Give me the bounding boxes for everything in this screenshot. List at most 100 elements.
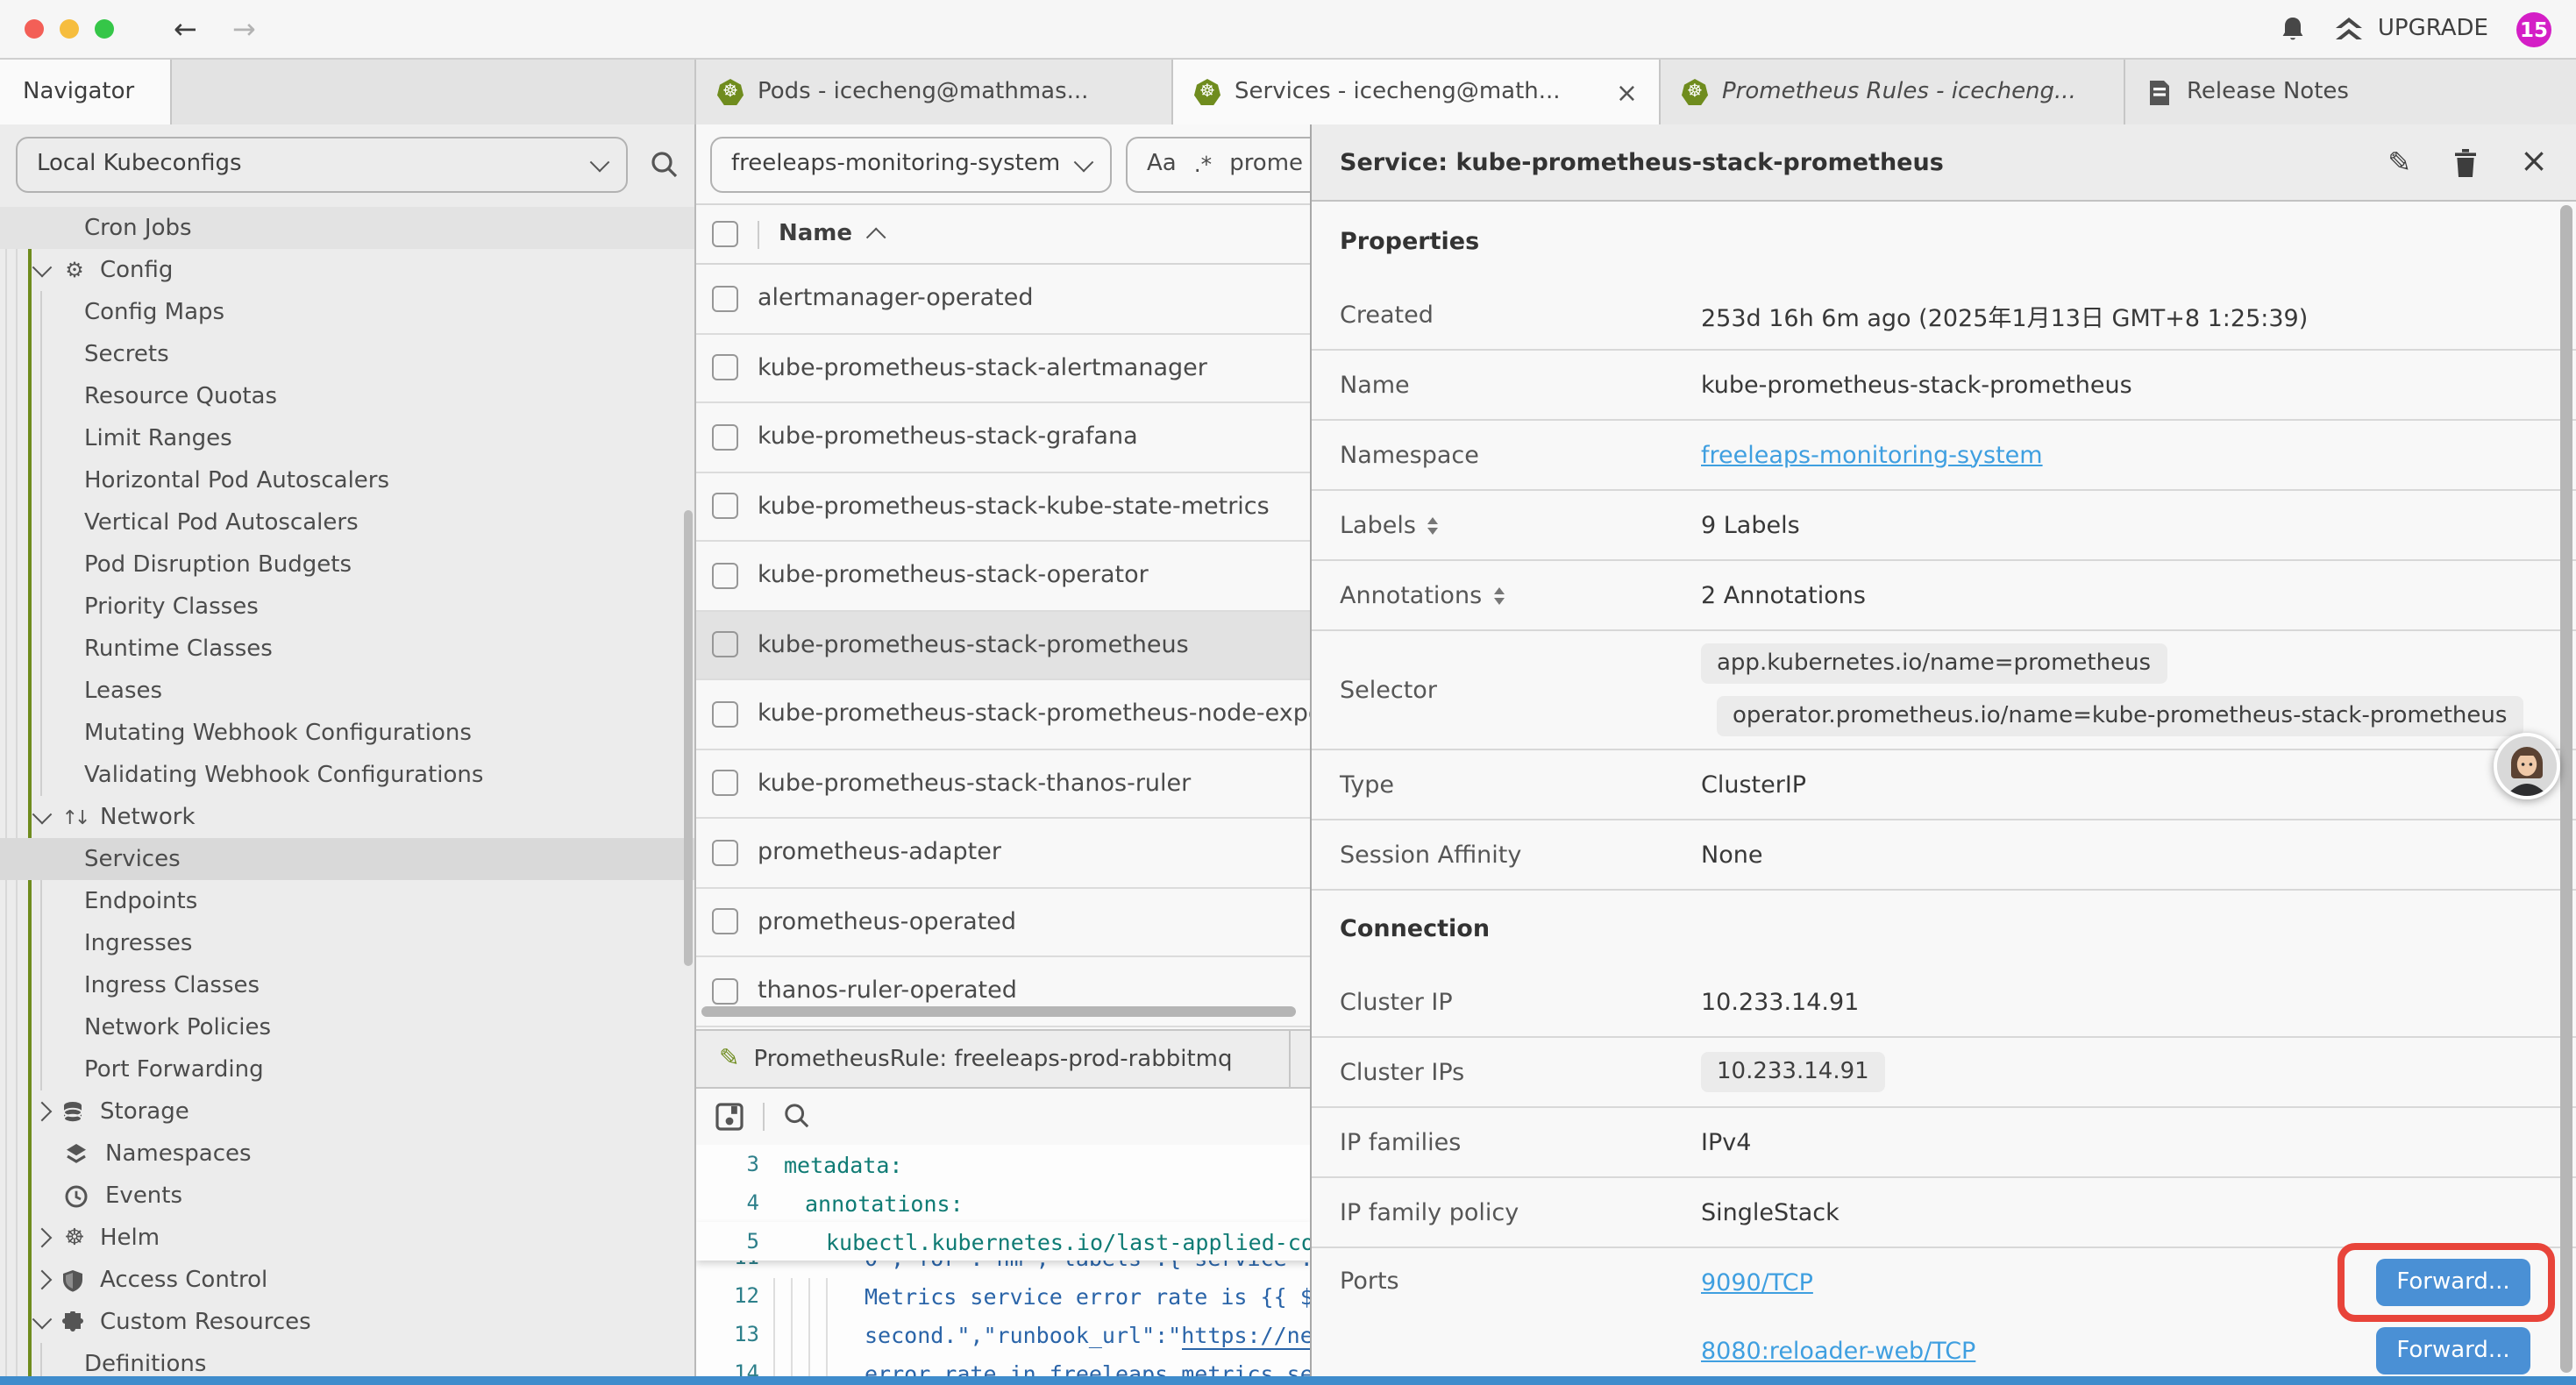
sidebar-item-services[interactable]: Services	[0, 838, 694, 880]
kubeconfig-select[interactable]: Local Kubeconfigs	[16, 136, 628, 192]
table-row[interactable]: kube-prometheus-stack-prometheus-node-ex…	[696, 680, 1310, 749]
row-checkbox[interactable]	[712, 494, 738, 520]
search-icon[interactable]	[651, 150, 679, 178]
table-row[interactable]: kube-prometheus-stack-grafana	[696, 403, 1310, 472]
editor-tab-prometheusrule[interactable]: ✎ PrometheusRule: freeleaps-prod-rabbitm…	[696, 1031, 1291, 1087]
user-avatar[interactable]	[2494, 733, 2560, 799]
forward-icon[interactable]: →	[232, 15, 256, 43]
zoom-window-button[interactable]	[95, 19, 114, 39]
tab-pods[interactable]: ☸ Pods - icecheng@mathmas...	[696, 60, 1173, 124]
close-window-button[interactable]	[25, 19, 44, 39]
code-url-link[interactable]: https://net	[1181, 1321, 1310, 1349]
sidebar-item-ingresses[interactable]: Ingresses	[0, 922, 694, 964]
table-row[interactable]: kube-prometheus-stack-alertmanager	[696, 334, 1310, 403]
upgrade-button[interactable]: UPGRADE	[2334, 15, 2488, 43]
close-tab-icon[interactable]: ×	[1602, 76, 1638, 108]
sidebar-scrollbar[interactable]	[684, 510, 693, 966]
table-row[interactable]: alertmanager-operated	[696, 265, 1310, 334]
port-link[interactable]: 9090/TCP	[1701, 1268, 1813, 1296]
sidebar-group-storage[interactable]: Storage	[0, 1090, 694, 1133]
row-checkbox[interactable]	[712, 840, 738, 866]
search-input[interactable]: Aa .* prome	[1126, 136, 1312, 192]
close-icon[interactable]: ×	[2520, 146, 2548, 179]
tab-prometheus-rules[interactable]: ☸ Prometheus Rules - icecheng...	[1661, 60, 2125, 124]
row-checkbox[interactable]	[712, 978, 738, 1005]
port-link[interactable]: 8080:reloader-web/TCP	[1701, 1337, 1975, 1365]
expand-collapse-icon[interactable]	[1428, 516, 1439, 534]
sidebar-item-vertical-pod-autoscalers[interactable]: Vertical Pod Autoscalers	[0, 501, 694, 543]
regex-toggle[interactable]: .*	[1194, 151, 1212, 177]
table-row[interactable]: kube-prometheus-stack-operator	[696, 542, 1310, 611]
horizontal-scrollbar[interactable]	[701, 1006, 1296, 1017]
forward-button[interactable]: Forward...	[2376, 1259, 2530, 1306]
table-row[interactable]: kube-prometheus-stack-thanos-ruler	[696, 749, 1310, 819]
sidebar-item-resource-quotas[interactable]: Resource Quotas	[0, 375, 694, 417]
tab-navigator[interactable]: Navigator	[0, 60, 172, 124]
port-line: 9090/TCP Forward...	[1701, 1248, 2576, 1317]
sidebar-item-port-forwarding[interactable]: Port Forwarding	[0, 1048, 694, 1090]
edit-pencil-icon[interactable]: ✎	[2387, 148, 2411, 176]
sidebar-group-config[interactable]: ⚙ Config	[0, 249, 694, 291]
expand-collapse-icon[interactable]	[1494, 586, 1505, 604]
search-icon[interactable]	[784, 1103, 810, 1129]
sidebar-item-validating-webhook-configurations[interactable]: Validating Webhook Configurations	[0, 754, 694, 796]
row-checkbox[interactable]	[712, 355, 738, 381]
sidebar-item-network-policies[interactable]: Network Policies	[0, 1006, 694, 1048]
document-icon	[2146, 78, 2173, 106]
tab-services[interactable]: ☸ Services - icecheng@math... ×	[1173, 60, 1661, 124]
table-row[interactable]: prometheus-operated	[696, 888, 1310, 957]
window-bottom-accent-bar	[0, 1376, 2576, 1385]
sidebar-item-cron-jobs[interactable]: Cron Jobs	[0, 207, 694, 249]
search-value: prome	[1229, 151, 1303, 177]
sidebar-item-config-maps[interactable]: Config Maps	[0, 291, 694, 333]
delete-trash-icon[interactable]	[2453, 148, 2478, 176]
row-checkbox[interactable]	[712, 563, 738, 589]
detail-scrollbar[interactable]	[2560, 205, 2572, 1373]
yaml-editor[interactable]: 3 metadata: 4 annotations: 5 kubectl.kub…	[696, 1145, 1310, 1385]
sidebar-item-leases[interactable]: Leases	[0, 670, 694, 712]
save-icon[interactable]	[715, 1102, 744, 1130]
sidebar-item-events[interactable]: Events	[0, 1175, 694, 1217]
title-bar: ← → UPGRADE 15	[0, 0, 2576, 60]
row-checkbox[interactable]	[712, 632, 738, 658]
row-checkbox[interactable]	[712, 701, 738, 728]
minimize-window-button[interactable]	[60, 19, 79, 39]
table-row[interactable]: prometheus-adapter	[696, 819, 1310, 888]
sidebar-item-limit-ranges[interactable]: Limit Ranges	[0, 417, 694, 459]
row-checkbox[interactable]	[712, 424, 738, 451]
table-row[interactable]: kube-prometheus-stack-kube-state-metrics	[696, 472, 1310, 542]
sidebar-group-custom-resources[interactable]: Custom Resources	[0, 1301, 694, 1343]
notification-badge[interactable]: 15	[2516, 11, 2551, 46]
row-checkbox[interactable]	[712, 771, 738, 797]
table-row-selected[interactable]: kube-prometheus-stack-prometheus	[696, 611, 1310, 680]
bell-icon[interactable]	[2280, 15, 2306, 43]
column-header-name[interactable]: Name	[779, 221, 852, 247]
sidebar-item-runtime-classes[interactable]: Runtime Classes	[0, 628, 694, 670]
sidebar-item-ingress-classes[interactable]: Ingress Classes	[0, 964, 694, 1006]
sidebar-item-endpoints[interactable]: Endpoints	[0, 880, 694, 922]
namespace-link[interactable]: freeleaps-monitoring-system	[1701, 441, 2043, 469]
select-all-checkbox[interactable]	[712, 221, 738, 247]
row-checkbox[interactable]	[712, 286, 738, 312]
back-icon[interactable]: ←	[174, 15, 197, 43]
forward-button[interactable]: Forward...	[2376, 1327, 2530, 1374]
sidebar-item-mutating-webhook-configurations[interactable]: Mutating Webhook Configurations	[0, 712, 694, 754]
match-case-toggle[interactable]: Aa	[1147, 151, 1177, 177]
tab-release-notes[interactable]: Release Notes	[2125, 60, 2576, 124]
navigator-sidebar: Local Kubeconfigs Cron Jobs ⚙ Conf	[0, 124, 696, 1385]
sidebar-item-namespaces[interactable]: Namespaces	[0, 1133, 694, 1175]
sidebar-item-secrets[interactable]: Secrets	[0, 333, 694, 375]
sort-ascending-icon[interactable]	[866, 227, 886, 247]
kubernetes-icon: ☸	[1194, 79, 1220, 105]
row-checkbox[interactable]	[712, 909, 738, 935]
editor-tab-partial[interactable]: ✎	[1291, 1031, 1312, 1087]
sidebar-item-horizontal-pod-autoscalers[interactable]: Horizontal Pod Autoscalers	[0, 459, 694, 501]
sidebar-group-helm[interactable]: ☸ Helm	[0, 1217, 694, 1259]
sidebar-item-pod-disruption-budgets[interactable]: Pod Disruption Budgets	[0, 543, 694, 586]
sidebar-group-network[interactable]: ↑↓ Network	[0, 796, 694, 838]
sidebar-item-priority-classes[interactable]: Priority Classes	[0, 586, 694, 628]
tab-strip: Navigator ☸ Pods - icecheng@mathmas... ☸…	[0, 60, 2576, 126]
namespace-select[interactable]: freeleaps-monitoring-system	[710, 136, 1112, 192]
sidebar-group-access-control[interactable]: Access Control	[0, 1259, 694, 1301]
chevron-right-icon	[32, 1228, 53, 1248]
